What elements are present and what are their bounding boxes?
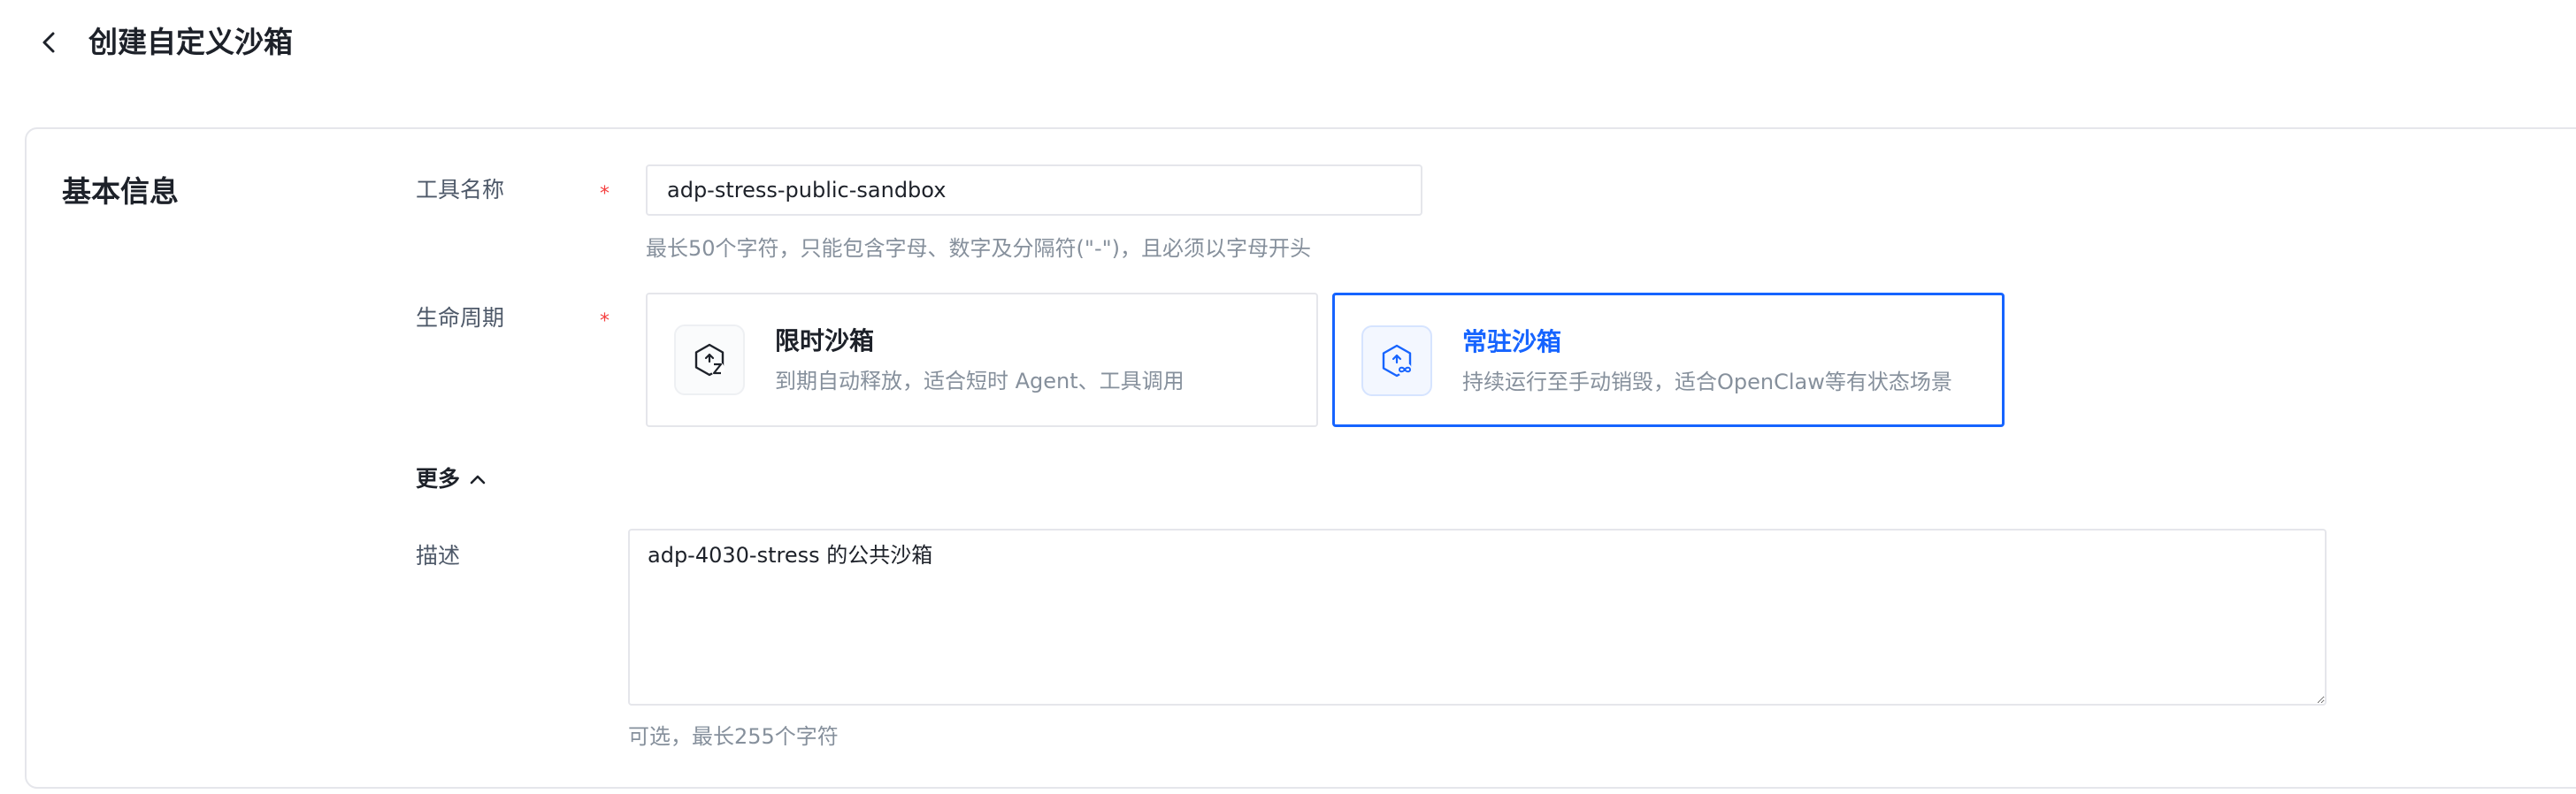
description-textarea[interactable]: adp-4030-stress 的公共沙箱 (628, 529, 2327, 706)
tool-name-label: 工具名称 (416, 177, 505, 202)
section-title: 基本信息 (62, 174, 179, 209)
option-title: 常驻沙箱 (1462, 327, 1562, 356)
tool-name-input[interactable] (646, 164, 1422, 216)
lifecycle-option-persistent[interactable]: 常驻沙箱 持续运行至手动销毁，适合OpenClaw等有状态场景 (1332, 293, 2005, 427)
more-toggle[interactable]: 更多 (416, 462, 487, 497)
timed-sandbox-icon (674, 324, 745, 395)
required-mark: * (600, 310, 610, 332)
required-mark: * (600, 183, 610, 205)
persistent-sandbox-icon (1361, 325, 1432, 396)
option-title: 限时沙箱 (775, 326, 875, 355)
description-hint: 可选，最长255个字符 (628, 724, 839, 749)
option-description: 到期自动释放，适合短时 Agent、工具调用 (775, 369, 1184, 393)
option-description: 持续运行至手动销毁，适合OpenClaw等有状态场景 (1462, 370, 1952, 394)
chevron-up-icon (470, 475, 486, 485)
lifecycle-label: 生命周期 (416, 305, 505, 331)
lifecycle-option-timed[interactable]: 限时沙箱 到期自动释放，适合短时 Agent、工具调用 (646, 293, 1318, 427)
page-title: 创建自定义沙箱 (88, 25, 293, 59)
tool-name-hint: 最长50个字符，只能包含字母、数字及分隔符("-")，且必须以字母开头 (646, 236, 1312, 261)
description-label: 描述 (416, 543, 461, 569)
back-button[interactable] (34, 27, 65, 58)
more-label: 更多 (416, 466, 461, 492)
chevron-left-icon (42, 32, 55, 53)
page-header: 创建自定义沙箱 (0, 0, 2576, 85)
